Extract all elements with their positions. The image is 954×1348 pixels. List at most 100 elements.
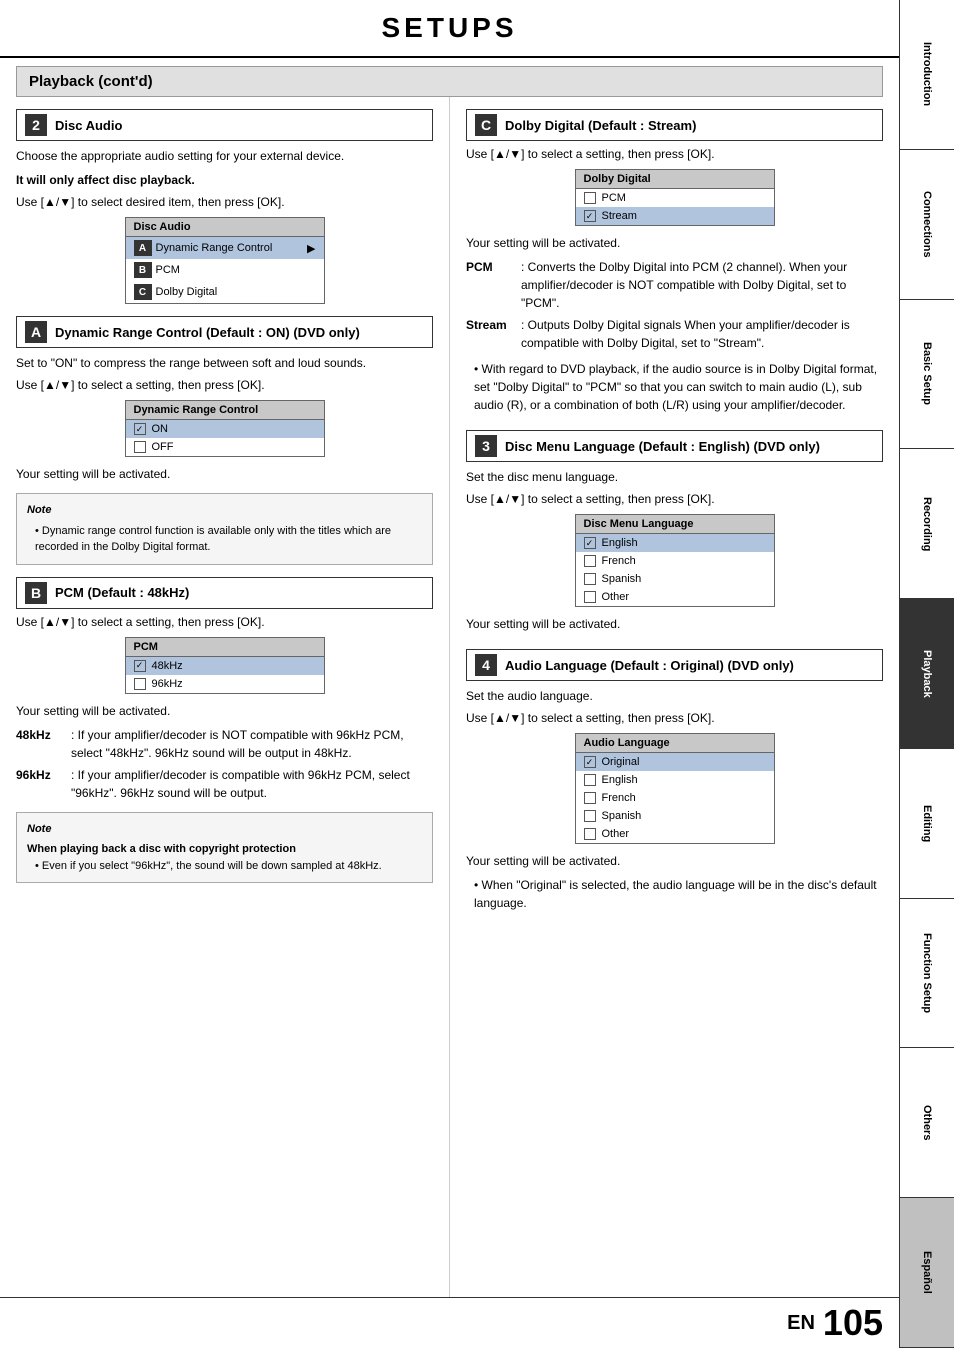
disc-audio-item-dolby: Dolby Digital	[156, 286, 218, 298]
disc-menu-english-cb[interactable]	[584, 537, 596, 549]
desc-stream-text: : Outputs Dolby Digital signals When you…	[521, 316, 883, 352]
audio-spanish-row[interactable]: Spanish	[576, 807, 774, 825]
noteA-title: Note	[27, 502, 422, 519]
sidebar-basic-setup: Basic Setup	[900, 300, 954, 450]
audio-other-label: Other	[602, 828, 630, 840]
pcm-menu: PCM 48kHz 96kHz	[125, 637, 325, 694]
section4-note: • When "Original" is selected, the audio…	[474, 876, 883, 912]
right-sidebar: Introduction Connections Basic Setup Rec…	[899, 0, 954, 1348]
section2-intro1: Choose the appropriate audio setting for…	[16, 147, 433, 165]
disc-audio-menu: Disc Audio A Dynamic Range Control ▶ B P…	[125, 217, 325, 304]
en-badge: EN	[787, 1312, 815, 1335]
audio-english-cb[interactable]	[584, 774, 596, 786]
dolby-pcm-checkbox[interactable]	[584, 192, 596, 204]
disc-menu-other-row[interactable]: Other	[576, 588, 774, 606]
dolby-pcm-row[interactable]: PCM	[576, 189, 774, 207]
sectionB-title: PCM (Default : 48kHz)	[55, 585, 189, 600]
audio-french-row[interactable]: French	[576, 789, 774, 807]
drc-on-label: ON	[152, 423, 169, 435]
disc-audio-row-c[interactable]: C Dolby Digital	[126, 281, 324, 303]
drc-on-checkbox[interactable]	[134, 423, 146, 435]
sidebar-introduction: Introduction	[900, 0, 954, 150]
audio-spanish-label: Spanish	[602, 810, 642, 822]
sectionC-activated: Your setting will be activated.	[466, 234, 883, 252]
sidebar-connections: Connections	[900, 150, 954, 300]
pcm-48khz-label: 48kHz	[152, 660, 183, 672]
disc-menu-french-label: French	[602, 555, 636, 567]
drc-on-row[interactable]: ON	[126, 420, 324, 438]
note2-text: • Even if you select "96kHz", the sound …	[35, 858, 422, 875]
disc-menu-french-row[interactable]: French	[576, 552, 774, 570]
section3-header: 3 Disc Menu Language (Default : English)…	[466, 430, 883, 462]
page-number: 105	[823, 1302, 883, 1344]
noteA-box: Note • Dynamic range control function is…	[16, 493, 433, 565]
drc-off-checkbox[interactable]	[134, 441, 146, 453]
disc-menu-other-label: Other	[602, 591, 630, 603]
sidebar-editing: Editing	[900, 749, 954, 899]
disc-audio-row-a[interactable]: A Dynamic Range Control ▶	[126, 237, 324, 259]
sectionC-instruction: Use [▲/▼] to select a setting, then pres…	[466, 147, 883, 161]
dolby-menu: Dolby Digital PCM Stream	[575, 169, 775, 226]
audio-other-row[interactable]: Other	[576, 825, 774, 843]
section4-number: 4	[475, 654, 497, 676]
pcm-96khz-row[interactable]: 96kHz	[126, 675, 324, 693]
disc-menu-spanish-cb[interactable]	[584, 573, 596, 585]
disc-menu-lang-title: Disc Menu Language	[576, 515, 774, 534]
dolby-stream-checkbox[interactable]	[584, 210, 596, 222]
disc-menu-spanish-row[interactable]: Spanish	[576, 570, 774, 588]
audio-english-row[interactable]: English	[576, 771, 774, 789]
disc-audio-item-drc: Dynamic Range Control	[156, 242, 273, 254]
section3-intro: Set the disc menu language.	[466, 468, 883, 486]
desc-stream: Stream : Outputs Dolby Digital signals W…	[466, 316, 883, 352]
section-header: Playback (cont'd)	[16, 66, 883, 97]
disc-audio-item-pcm: PCM	[156, 264, 180, 276]
sectionA-activated: Your setting will be activated.	[16, 465, 433, 483]
section2-instruction: Use [▲/▼] to select desired item, then p…	[16, 195, 433, 209]
audio-french-cb[interactable]	[584, 792, 596, 804]
sidebar-others: Others	[900, 1048, 954, 1198]
drc-arrow: ▶	[307, 242, 315, 255]
sectionA-instruction: Use [▲/▼] to select a setting, then pres…	[16, 378, 433, 392]
audio-original-row[interactable]: Original	[576, 753, 774, 771]
section4-instruction: Use [▲/▼] to select a setting, then pres…	[466, 711, 883, 725]
audio-french-label: French	[602, 792, 636, 804]
section4-header: 4 Audio Language (Default : Original) (D…	[466, 649, 883, 681]
desc-48khz-text: : If your amplifier/decoder is NOT compa…	[71, 726, 433, 762]
pcm-48khz-checkbox[interactable]	[134, 660, 146, 672]
pcm-96khz-checkbox[interactable]	[134, 678, 146, 690]
disc-menu-spanish-label: Spanish	[602, 573, 642, 585]
sectionB-letter: B	[25, 582, 47, 604]
desc-48khz: 48kHz : If your amplifier/decoder is NOT…	[16, 726, 433, 762]
disc-menu-english-row[interactable]: English	[576, 534, 774, 552]
section4-activated: Your setting will be activated.	[466, 852, 883, 870]
audio-spanish-cb[interactable]	[584, 810, 596, 822]
sectionA-letter: A	[25, 321, 47, 343]
pcm-96khz-label: 96kHz	[152, 678, 183, 690]
sectionB-instruction: Use [▲/▼] to select a setting, then pres…	[16, 615, 433, 629]
section3-number: 3	[475, 435, 497, 457]
audio-original-cb[interactable]	[584, 756, 596, 768]
noteA-text: • Dynamic range control function is avai…	[35, 523, 422, 556]
disc-menu-other-cb[interactable]	[584, 591, 596, 603]
section3-instruction: Use [▲/▼] to select a setting, then pres…	[466, 492, 883, 506]
section3-activated: Your setting will be activated.	[466, 615, 883, 633]
audio-lang-menu-title: Audio Language	[576, 734, 774, 753]
row-label-c: C	[134, 284, 152, 300]
sectionB-activated: Your setting will be activated.	[16, 702, 433, 720]
page-title: SETUPS	[0, 0, 899, 58]
drc-off-label: OFF	[152, 441, 174, 453]
desc-96khz-label: 96kHz	[16, 766, 71, 802]
dolby-stream-row[interactable]: Stream	[576, 207, 774, 225]
drc-off-row[interactable]: OFF	[126, 438, 324, 456]
sectionA-header: A Dynamic Range Control (Default : ON) (…	[16, 316, 433, 348]
sectionB-header: B PCM (Default : 48kHz)	[16, 577, 433, 609]
drc-menu-title: Dynamic Range Control	[126, 401, 324, 420]
audio-original-label: Original	[602, 756, 640, 768]
pcm-48khz-row[interactable]: 48kHz	[126, 657, 324, 675]
audio-other-cb[interactable]	[584, 828, 596, 840]
disc-menu-french-cb[interactable]	[584, 555, 596, 567]
sectionC-title: Dolby Digital (Default : Stream)	[505, 118, 696, 133]
sidebar-playback: Playback	[900, 599, 954, 749]
disc-audio-row-b[interactable]: B PCM	[126, 259, 324, 281]
section2-intro2: It will only affect disc playback.	[16, 171, 433, 189]
